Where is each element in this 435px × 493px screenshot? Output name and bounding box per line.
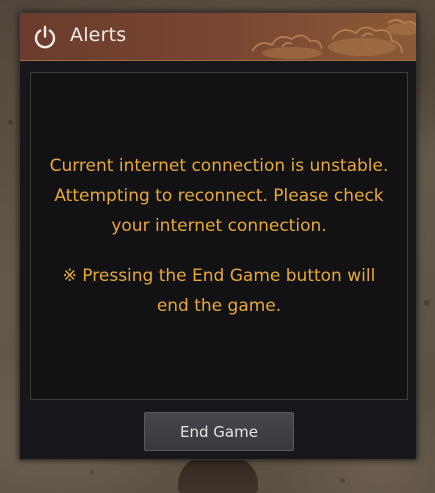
note-line: end the game.	[156, 296, 282, 316]
end-game-button[interactable]: End Game	[144, 412, 294, 451]
power-icon	[34, 25, 56, 49]
note-line: ※ Pressing the End Game button will	[62, 266, 376, 286]
message-line: Attempting to reconnect. Please check	[54, 186, 384, 206]
alert-dialog: Alerts Current internet connection is un…	[19, 12, 417, 460]
message-box: Current internet connection is unstable.…	[30, 72, 408, 400]
dialog-titlebar: Alerts	[20, 13, 416, 61]
dialog-title: Alerts	[70, 24, 127, 46]
cloud-ornament-icon	[251, 19, 416, 59]
message-line: Current internet connection is unstable.	[49, 156, 389, 176]
character-silhouette	[178, 455, 258, 493]
message-line: your internet connection.	[111, 216, 327, 236]
